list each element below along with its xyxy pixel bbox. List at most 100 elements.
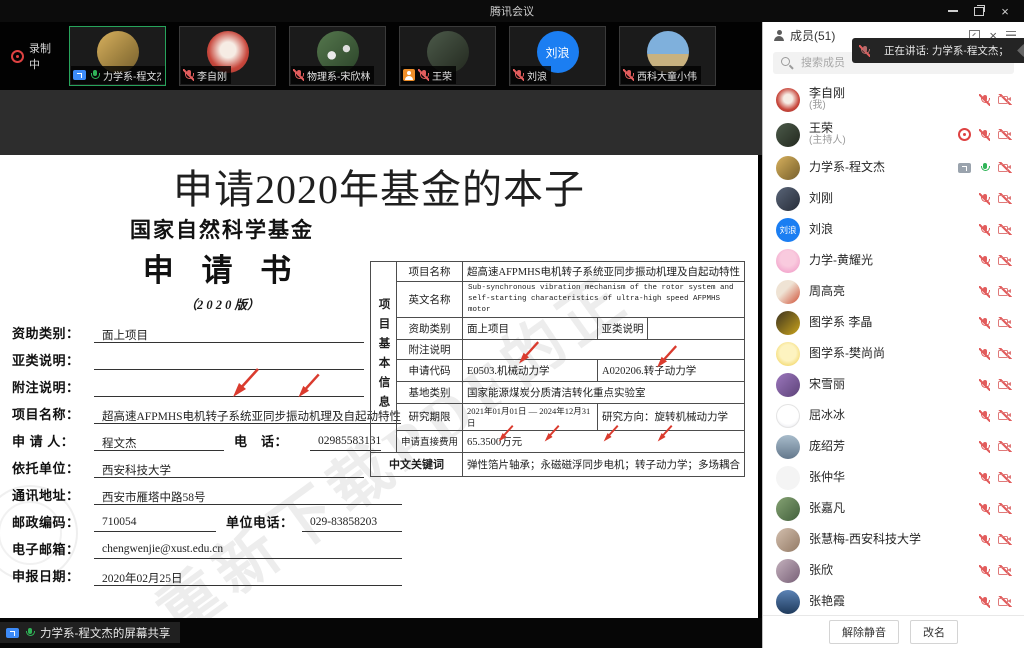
member-row[interactable]: 力学系-程文杰 (763, 152, 1024, 183)
mic-muted-icon[interactable] (979, 410, 990, 422)
avatar (776, 590, 800, 614)
member-row[interactable]: 庞绍芳 (763, 431, 1024, 462)
camera-off-icon[interactable] (998, 224, 1012, 235)
video-tile-wangrong[interactable]: 王荣 (399, 26, 496, 86)
field-label: 邮政编码： (12, 512, 94, 532)
field-value: 710054 (94, 516, 216, 532)
member-row[interactable]: 图学系-樊尚尚 (763, 338, 1024, 369)
members-panel-title: 成员(51) (790, 27, 835, 44)
recording-label: 录制中 (29, 40, 59, 72)
mic-muted-icon (513, 69, 524, 81)
tile-name-bar: 力学系-程文杰的... (71, 66, 165, 84)
mic-muted-icon (418, 69, 429, 81)
member-row[interactable]: 图学系 李晶 (763, 307, 1024, 338)
mic-muted-icon[interactable] (979, 317, 990, 329)
video-tile-chengwenjie[interactable]: 力学系-程文杰的... (69, 26, 166, 86)
mic-muted-icon[interactable] (979, 286, 990, 298)
field-label: 申 请 人： (12, 431, 94, 451)
member-name: 周高亮 (809, 285, 845, 298)
member-row[interactable]: 张艳霞 (763, 586, 1024, 615)
camera-off-icon[interactable] (998, 348, 1012, 359)
camera-off-icon[interactable] (998, 379, 1012, 390)
tile-name-bar: 西科大童小伟 (621, 66, 701, 84)
mic-muted-icon[interactable] (979, 379, 990, 391)
mic-muted-icon[interactable] (979, 193, 990, 205)
mic-muted-icon[interactable] (979, 255, 990, 267)
avatar (776, 528, 800, 552)
camera-off-icon[interactable] (998, 317, 1012, 328)
member-row[interactable]: 张欣 (763, 555, 1024, 586)
maximize-button[interactable] (966, 0, 992, 22)
tile-label: 西科大童小伟 (637, 68, 697, 83)
rename-button[interactable]: 改名 (910, 620, 958, 644)
mic-muted-icon[interactable] (979, 503, 990, 515)
field-value: 超高速AFPMHS电机转子系统亚同步振动机理及自起动特性 (94, 408, 401, 424)
camera-off-icon[interactable] (998, 255, 1012, 266)
camera-off-icon[interactable] (998, 193, 1012, 204)
camera-off-icon[interactable] (998, 534, 1012, 545)
doc-org-title: 国家自然科学基金 (0, 214, 444, 244)
camera-off-icon[interactable] (998, 94, 1012, 105)
mic-muted-icon[interactable] (979, 129, 990, 141)
camera-off-icon[interactable] (998, 162, 1012, 173)
table-value: Sub-synchronous vibration mechanism of t… (463, 282, 745, 318)
video-tile-liulang[interactable]: 刘浪 刘浪 (509, 26, 606, 86)
member-list[interactable]: 李自刚 (我) 王荣 (主持人) 力学系-程文杰 (763, 80, 1024, 615)
field-value: 西安科技大学 (94, 462, 364, 478)
member-row[interactable]: 力学-黄耀光 (763, 245, 1024, 276)
minimize-button[interactable] (940, 0, 966, 22)
doc-headline: 申请2020年基金的本子 (0, 157, 758, 215)
camera-off-icon[interactable] (998, 596, 1012, 607)
member-row[interactable]: 张嘉凡 (763, 493, 1024, 524)
camera-off-icon[interactable] (998, 129, 1012, 140)
video-tile-tongxiaowei[interactable]: 西科大童小伟 (619, 26, 716, 86)
mic-muted-icon[interactable] (979, 565, 990, 577)
camera-off-icon[interactable] (998, 286, 1012, 297)
table-value: 65.3500万元 (463, 430, 745, 452)
member-row[interactable]: 屈冰冰 (763, 400, 1024, 431)
camera-off-icon[interactable] (998, 503, 1012, 514)
member-row[interactable]: 周高亮 (763, 276, 1024, 307)
field-label: 电 话： (234, 431, 310, 451)
field-row: 申 请 人： 程文杰 电 话： 02985583131 (12, 424, 364, 451)
avatar (776, 559, 800, 583)
camera-off-icon[interactable] (998, 472, 1012, 483)
unmute-button[interactable]: 解除静音 (829, 620, 899, 644)
mic-muted-icon[interactable] (979, 596, 990, 608)
member-row[interactable]: 刘刚 (763, 183, 1024, 214)
field-label: 申报日期： (12, 566, 94, 586)
mic-muted-icon[interactable] (979, 94, 990, 106)
tile-label: 刘浪 (527, 68, 547, 83)
member-row[interactable]: 张慧梅-西安科技大学 (763, 524, 1024, 555)
mic-muted-icon[interactable] (979, 534, 990, 546)
member-name: 李自刚 (809, 87, 845, 100)
camera-off-icon[interactable] (998, 410, 1012, 421)
close-button[interactable]: × (992, 0, 1018, 22)
tile-label: 物理系-宋欣林 (307, 68, 370, 83)
tile-label: 力学系-程文杰的... (103, 68, 161, 83)
mic-muted-icon[interactable] (979, 441, 990, 453)
mic-on-icon[interactable] (979, 162, 990, 174)
table-value: E0503.机械动力学 (463, 359, 598, 381)
video-tile-songxinlin[interactable]: 物理系-宋欣林 (289, 26, 386, 86)
video-tile-liziga[interactable]: 李自刚 (179, 26, 276, 86)
tile-name-bar: 王荣 (401, 66, 456, 84)
mic-muted-icon[interactable] (979, 224, 990, 236)
member-row[interactable]: 刘浪 刘浪 (763, 214, 1024, 245)
table-label: 项目名称 (397, 262, 463, 282)
camera-off-icon[interactable] (998, 565, 1012, 576)
restore-icon (974, 7, 984, 16)
field-row: 附注说明： (12, 370, 364, 397)
member-name: 张艳霞 (809, 595, 845, 608)
member-row[interactable]: 宋雪丽 (763, 369, 1024, 400)
screen-share-icon (73, 70, 86, 80)
member-name: 屈冰冰 (809, 409, 845, 422)
mic-muted-icon[interactable] (979, 472, 990, 484)
field-row: 申报日期： 2020年02月25日 (12, 559, 402, 586)
table-label: 申请直接费用 (397, 430, 463, 452)
mic-muted-icon[interactable] (979, 348, 990, 360)
member-row[interactable]: 王荣 (主持人) (763, 117, 1024, 152)
member-row[interactable]: 李自刚 (我) (763, 82, 1024, 117)
camera-off-icon[interactable] (998, 441, 1012, 452)
member-row[interactable]: 张仲华 (763, 462, 1024, 493)
